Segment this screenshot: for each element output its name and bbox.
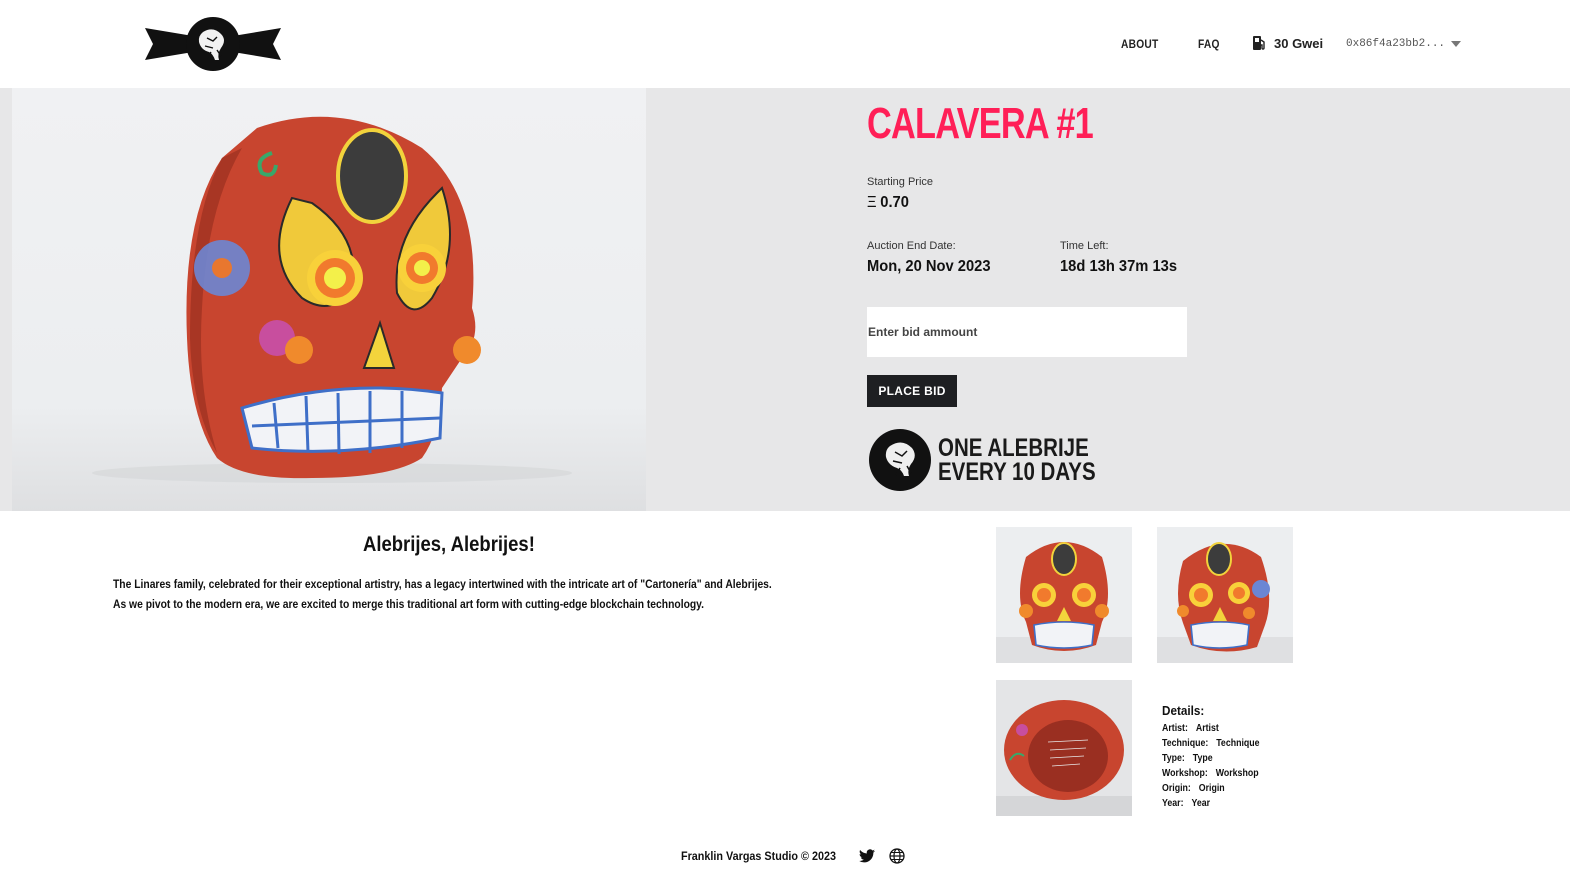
- story-body: The Linares family, celebrated for their…: [113, 577, 772, 611]
- nav-faq-link[interactable]: FAQ: [1198, 37, 1220, 51]
- artwork-details: Details: Artist: Artist Technique: Techniq…: [1162, 703, 1273, 811]
- artwork-thumbnail-front[interactable]: [996, 527, 1132, 663]
- detail-value: Workshop: [1215, 768, 1259, 779]
- time-left-value: 18d 13h 37m 13s: [1060, 258, 1178, 275]
- wallet-address: 0x86f4a23bb2...: [1346, 38, 1446, 50]
- artwork-thumbnail-bottom[interactable]: [996, 680, 1132, 816]
- detail-value: Type: [1192, 753, 1213, 764]
- brand-logo[interactable]: [145, 16, 281, 72]
- gas-price-label: 30 Gwei: [1274, 35, 1324, 51]
- end-date-value: Mon, 20 Nov 2023: [867, 258, 991, 275]
- promo-line-2: EVERY 10 DAYS: [938, 458, 1096, 486]
- detail-row-year: Year: Year: [1162, 796, 1260, 811]
- starting-price-label: Starting Price: [867, 176, 934, 188]
- site-header: ABOUT FAQ 30 Gwei 0x86f4a23bb2...: [0, 0, 1570, 88]
- starting-price: Ξ 0.70: [867, 194, 909, 212]
- chevron-down-icon: [1451, 41, 1462, 47]
- promo-line-1: ONE ALEBRIJE: [938, 434, 1089, 462]
- end-date-label: Auction End Date:: [867, 240, 956, 252]
- detail-value: Year: [1191, 798, 1211, 809]
- artwork-title: CALAVERA #1: [867, 99, 1094, 148]
- detail-value: Technique: [1216, 738, 1260, 749]
- artwork-thumbnail-side[interactable]: [1157, 527, 1293, 663]
- detail-value: Origin: [1198, 783, 1225, 794]
- globe-icon[interactable]: [889, 848, 905, 864]
- gas-price: 30 Gwei: [1252, 35, 1323, 51]
- detail-key: Type:: [1162, 753, 1185, 764]
- details-heading: Details:: [1162, 703, 1205, 718]
- promo-tagline: ONE ALEBRIJE EVERY 10 DAYS: [938, 434, 1096, 486]
- starting-price-value: 0.70: [880, 194, 909, 211]
- detail-key: Year:: [1162, 798, 1184, 809]
- detail-row-technique: Technique: Technique: [1162, 736, 1260, 751]
- gas-pump-icon: [1253, 36, 1265, 50]
- place-bid-button[interactable]: PLACE BID: [867, 375, 957, 407]
- alebrije-badge-icon: [869, 429, 931, 491]
- wallet-dropdown[interactable]: 0x86f4a23bb2...: [1346, 38, 1462, 50]
- detail-row-workshop: Workshop: Workshop: [1162, 766, 1260, 781]
- twitter-icon[interactable]: [859, 849, 876, 863]
- eth-icon: Ξ: [867, 194, 877, 211]
- detail-key: Artist:: [1162, 723, 1188, 734]
- copyright-text: Franklin Vargas Studio © 2023: [681, 849, 837, 863]
- detail-row-origin: Origin: Origin: [1162, 781, 1260, 796]
- auction-hero: CALAVERA #1 Starting Price Ξ 0.70 Auction…: [0, 88, 1570, 511]
- time-left-label: Time Left:: [1060, 240, 1109, 252]
- artwork-main-image: [12, 88, 646, 511]
- nav-about-link[interactable]: ABOUT: [1121, 37, 1159, 51]
- detail-row-type: Type: Type: [1162, 751, 1260, 766]
- bid-amount-input[interactable]: [867, 307, 1187, 357]
- detail-value: Artist: [1195, 723, 1219, 734]
- site-footer: Franklin Vargas Studio © 2023: [681, 848, 905, 864]
- detail-key: Origin:: [1162, 783, 1191, 794]
- detail-key: Workshop:: [1162, 768, 1208, 779]
- detail-row-artist: Artist: Artist: [1162, 721, 1260, 736]
- detail-key: Technique:: [1162, 738, 1209, 749]
- story-title: Alebrijes, Alebrijes!: [363, 533, 535, 556]
